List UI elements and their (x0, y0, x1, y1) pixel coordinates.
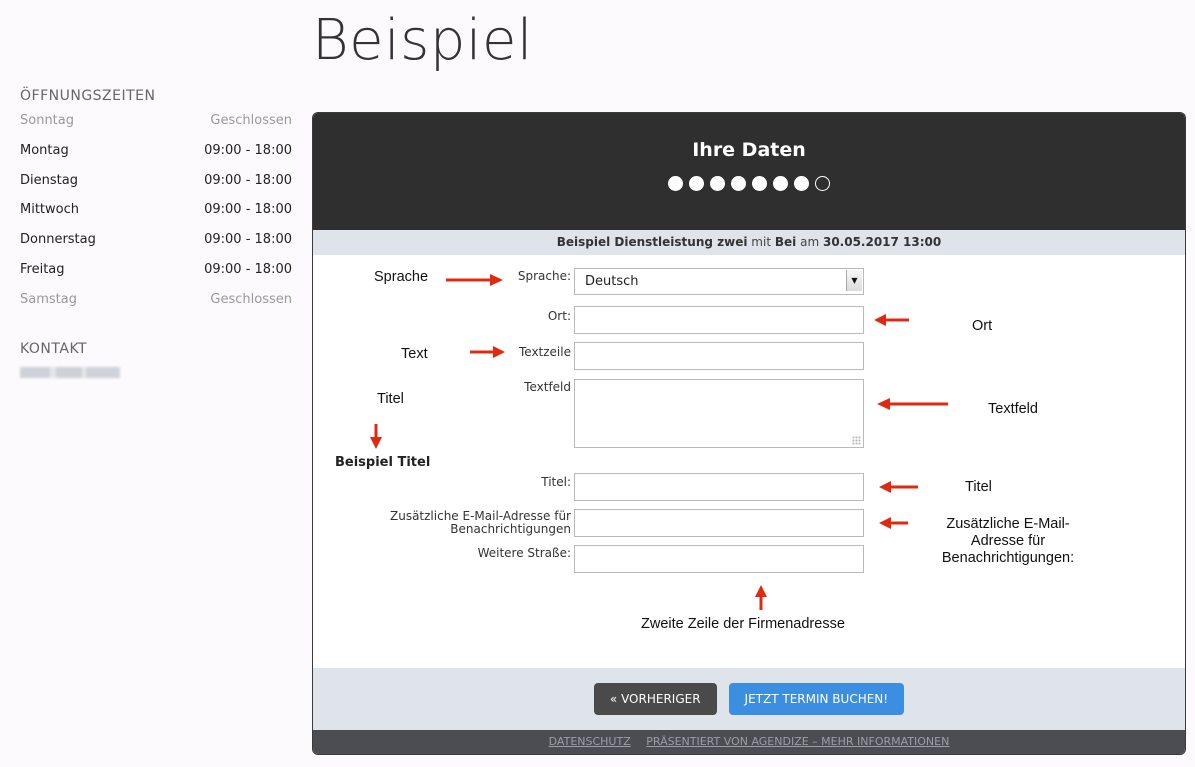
hours-time: 09:00 - 18:00 (204, 202, 292, 218)
annotation-text: Text (401, 346, 428, 362)
city-label: Ort: (547, 309, 571, 323)
textarea-label: Textfeld (524, 380, 571, 394)
city-input[interactable] (574, 306, 864, 334)
step-dot-completed (710, 176, 725, 191)
hours-row: Donnerstag 09:00 - 18:00 (20, 229, 292, 259)
step-dot-completed (668, 176, 683, 191)
hours-time: 09:00 - 18:00 (204, 261, 292, 277)
step-dot-completed (794, 176, 809, 191)
hours-time: 09:00 - 18:00 (204, 142, 292, 158)
hours-row: Dienstag 09:00 - 18:00 (20, 170, 292, 200)
arrow-down-icon (370, 424, 382, 449)
textline-label: Textzeile (518, 345, 571, 359)
chevron-down-icon[interactable]: ▼ (846, 270, 862, 291)
previous-button[interactable]: « VORHERIGER (593, 683, 717, 715)
annotation-titel-right: Titel (965, 479, 992, 495)
resize-handle-icon[interactable] (852, 436, 861, 445)
hours-time: Geschlossen (210, 291, 292, 307)
annotation-ort: Ort (972, 318, 993, 334)
hours-day: Montag (20, 142, 69, 158)
step-dot-completed (689, 176, 704, 191)
page-title: Beispiel (312, 8, 533, 73)
email-label-line1: Zusätzliche E-Mail-Adresse für (390, 509, 571, 523)
arrow-up-icon (755, 585, 767, 610)
email-label: Zusätzliche E-Mail-Adresse für Benachric… (390, 510, 571, 536)
hours-title: ÖFFNUNGSZEITEN (20, 88, 156, 104)
section-heading: Beispiel Titel (335, 455, 431, 470)
step-dot-completed (773, 176, 788, 191)
language-value: Deutsch (585, 274, 639, 289)
title-label: Titel: (541, 475, 571, 489)
annotation-email-line1: Zusätzliche E-Mail- (946, 516, 1070, 532)
summary-datetime: 30.05.2017 13:00 (822, 235, 942, 249)
sidebar: ÖFFNUNGSZEITEN Sonntag Geschlossen Montag 0… (20, 88, 292, 378)
email-input[interactable] (574, 509, 864, 537)
booking-widget: Ihre Daten Beispiel Dienstleistung zwei … (313, 113, 1185, 754)
step-dot-current (815, 176, 830, 191)
step-progress (313, 176, 1185, 191)
widget-title: Ihre Daten (692, 139, 806, 161)
privacy-link[interactable]: DATENSCHUTZ (549, 735, 631, 748)
street-input[interactable] (574, 545, 864, 573)
booking-summary: Beispiel Dienstleistung zwei mit Bei am … (313, 230, 1185, 255)
contact-title: KONTAKT (20, 340, 88, 357)
hours-row: Sonntag Geschlossen (20, 110, 292, 140)
annotation-email-line2: Adresse für (970, 533, 1046, 549)
blurred-contact-info (20, 366, 120, 378)
annotation-textfeld: Textfeld (988, 401, 1038, 417)
step-dot-completed (731, 176, 746, 191)
summary-with: mit (751, 235, 772, 249)
textarea-input[interactable] (574, 379, 864, 448)
textline-input[interactable] (574, 342, 864, 370)
annotation-titel-left: Titel (377, 391, 404, 407)
summary-service: Beispiel Dienstleistung zwei (556, 235, 748, 249)
summary-at: am (800, 235, 820, 249)
hours-day: Sonntag (20, 113, 74, 128)
annotation-email: Zusätzliche E-Mail- Adresse für Benachri… (930, 516, 1086, 567)
email-label-line2: Benachrichtigungen (450, 522, 571, 536)
language-select[interactable]: Deutsch ▼ (574, 268, 864, 295)
hours-day: Dienstag (20, 172, 78, 188)
annotation-email-line3: Benachrichtigungen: (941, 550, 1075, 566)
hours-time: 09:00 - 18:00 (204, 172, 292, 188)
hours-row: Montag 09:00 - 18:00 (20, 140, 292, 170)
arrow-left-icon (877, 398, 948, 410)
arrow-left-icon (879, 517, 908, 529)
annotation-sprache: Sprache (374, 269, 429, 285)
arrow-right-icon (470, 346, 505, 358)
widget-header: Ihre Daten (313, 113, 1185, 230)
hours-day: Freitag (20, 261, 65, 277)
widget-actions: « VORHERIGER JETZT TERMIN BUCHEN! (313, 668, 1185, 730)
arrow-left-icon (874, 314, 909, 326)
form-area: Sprache: Deutsch ▼ Ort: Textzeile Textfe… (313, 255, 1185, 668)
step-dot-completed (752, 176, 767, 191)
hours-list: Sonntag Geschlossen Montag 09:00 - 18:00 Die… (20, 110, 292, 319)
summary-provider: Bei (774, 235, 797, 249)
hours-time: Geschlossen (210, 113, 292, 128)
title-input[interactable] (574, 473, 864, 501)
powered-by-link[interactable]: PRÄSENTIERT VON AGENDIZE – MEHR INFORMAT… (646, 735, 949, 748)
annotation-street: Zweite Zeile der Firmenadresse (641, 616, 845, 632)
widget-footer: DATENSCHUTZ PRÄSENTIERT VON AGENDIZE – M… (313, 730, 1185, 754)
hours-time: 09:00 - 18:00 (204, 232, 292, 248)
street-label: Weitere Straße: (477, 546, 571, 560)
language-label: Sprache: (517, 269, 571, 283)
hours-row: Freitag 09:00 - 18:00 (20, 259, 292, 289)
book-appointment-button[interactable]: JETZT TERMIN BUCHEN! (728, 683, 905, 715)
hours-row: Samstag Geschlossen (20, 289, 292, 319)
arrow-left-icon (879, 481, 918, 493)
hours-day: Mittwoch (20, 202, 79, 218)
hours-row: Mittwoch 09:00 - 18:00 (20, 199, 292, 229)
hours-day: Donnerstag (20, 232, 96, 248)
hours-day: Samstag (20, 291, 77, 307)
arrow-right-icon (446, 274, 503, 286)
